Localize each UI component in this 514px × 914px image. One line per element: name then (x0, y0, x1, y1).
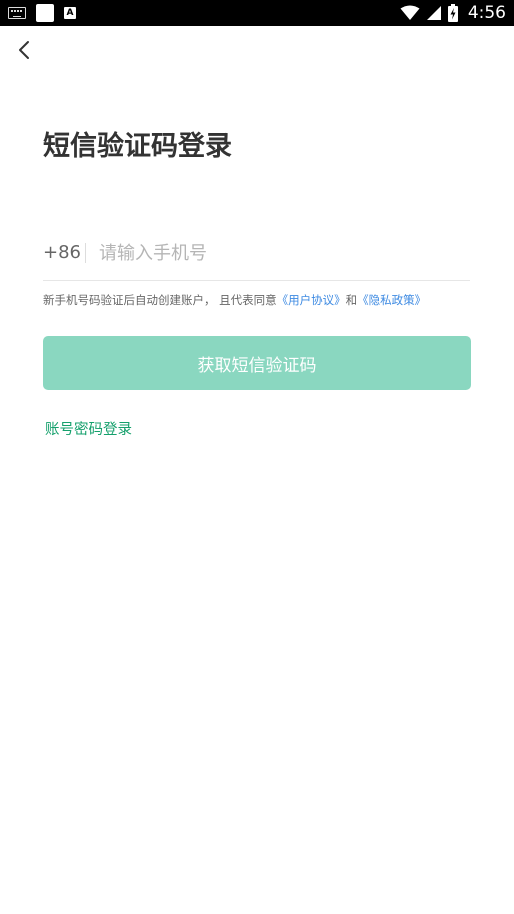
privacy-policy-link[interactable]: 《隐私政策》 (357, 293, 426, 307)
divider (85, 243, 86, 263)
a-badge-icon: A (64, 7, 76, 19)
password-login-link[interactable]: 账号密码登录 (45, 418, 132, 439)
phone-input[interactable] (99, 238, 459, 268)
agreement-prefix: 新手机号码验证后自动创建账户， 且代表同意 (43, 293, 277, 307)
back-button[interactable] (12, 36, 36, 64)
status-time: 4:56 (467, 3, 506, 23)
status-bar-left: A (8, 4, 76, 22)
status-bar: A 4:56 (0, 0, 514, 26)
notification-icon (36, 4, 54, 22)
signal-icon (426, 6, 441, 20)
country-code[interactable]: +86 (43, 242, 81, 263)
status-bar-right: 4:56 (400, 3, 506, 23)
wifi-icon (400, 5, 420, 20)
agreement-conjunction: 和 (345, 293, 358, 307)
page-title: 短信验证码登录 (43, 131, 232, 162)
get-code-button-label: 获取短信验证码 (197, 355, 317, 376)
user-agreement-link[interactable]: 《用户协议》 (277, 293, 346, 307)
keyboard-icon (8, 7, 26, 19)
chevron-left-icon (19, 41, 29, 59)
agreement-text: 新手机号码验证后自动创建账户， 且代表同意《用户协议》和《隐私政策》 (43, 292, 426, 308)
phone-input-row: +86 (43, 234, 470, 281)
get-code-button[interactable]: 获取短信验证码 (43, 336, 471, 390)
battery-charging-icon (447, 4, 458, 22)
